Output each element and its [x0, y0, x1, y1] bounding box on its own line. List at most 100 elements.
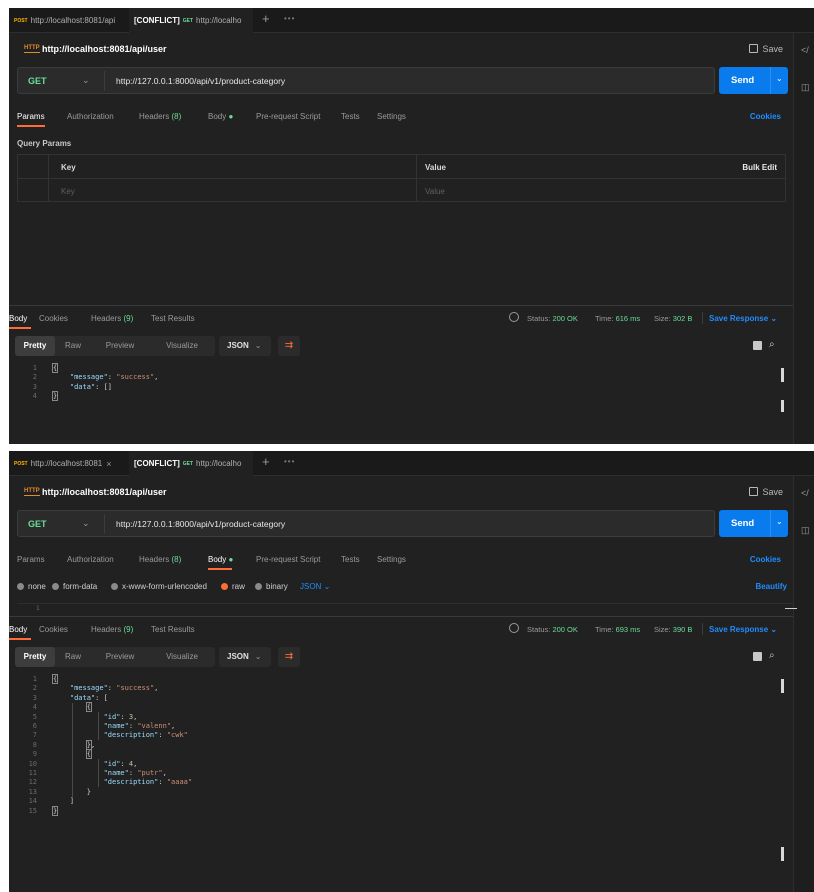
line-number: 3	[32, 693, 37, 702]
tab-pre-request-script[interactable]: Pre-request Script	[256, 112, 320, 121]
tab-post-request[interactable]: POST http://localhost:8081/api	[9, 8, 128, 33]
body-mode-none[interactable]: none	[17, 582, 46, 591]
new-tab-plus-icon[interactable]: +	[262, 454, 270, 469]
cookies-link[interactable]: Cookies	[750, 555, 781, 564]
view-visualize[interactable]: Visualize	[151, 336, 213, 356]
copy-icon[interactable]	[753, 341, 762, 350]
tab-params[interactable]: Params	[17, 555, 45, 564]
request-title[interactable]: http://localhost:8081/api/user	[42, 44, 167, 54]
beautify-link[interactable]: Beautify	[755, 582, 787, 591]
chevron-down-icon[interactable]: ⌄	[776, 74, 783, 83]
key-input[interactable]: Key	[61, 187, 75, 196]
tab-conflict-request[interactable]: [CONFLICT] GET http://localho	[129, 451, 253, 476]
scrollbar-thumb[interactable]	[781, 847, 784, 861]
view-preview[interactable]: Preview	[91, 647, 149, 667]
bulk-edit-link[interactable]: Bulk Edit	[742, 163, 777, 172]
tab-settings[interactable]: Settings	[377, 112, 406, 121]
code-icon[interactable]: </	[801, 488, 809, 498]
chevron-down-icon[interactable]: ⌄	[82, 75, 90, 86]
search-icon[interactable]: ⌕	[769, 650, 775, 661]
globe-icon[interactable]	[509, 623, 519, 633]
chevron-down-icon[interactable]: ⌄	[82, 518, 90, 529]
wrap-lines-icon[interactable]: ⇉	[278, 647, 300, 667]
indent-guide	[72, 703, 73, 798]
body-mode-raw[interactable]: raw	[221, 582, 245, 591]
code-icon[interactable]: </	[801, 45, 809, 55]
view-visualize[interactable]: Visualize	[151, 647, 213, 667]
globe-icon[interactable]	[509, 312, 519, 322]
status-readout[interactable]: Status: 200 OK	[527, 625, 578, 634]
more-tabs-icon[interactable]: •••	[284, 457, 295, 466]
scrollbar-thumb[interactable]	[781, 400, 784, 412]
wrap-lines-icon[interactable]: ⇉	[278, 336, 300, 356]
value-input[interactable]: Value	[425, 187, 445, 196]
url-input[interactable]: http://127.0.0.1:8000/api/v1/product-cat…	[116, 76, 285, 86]
tab-body[interactable]: Body ●	[208, 555, 233, 564]
view-preview[interactable]: Preview	[91, 336, 149, 356]
body-mode-binary[interactable]: binary	[255, 582, 288, 591]
scrollbar-thumb[interactable]	[781, 679, 784, 693]
save-button[interactable]: Save	[749, 487, 783, 497]
save-response-button[interactable]: Save Response ⌄	[709, 314, 777, 323]
tab-params[interactable]: Params	[17, 112, 45, 121]
format-select[interactable]: JSON ⌄	[219, 647, 271, 667]
tab-settings[interactable]: Settings	[377, 555, 406, 564]
info-icon[interactable]: ◫	[801, 82, 810, 93]
scrollbar-thumb[interactable]	[785, 608, 797, 609]
request-title[interactable]: http://localhost:8081/api/user	[42, 487, 167, 497]
view-raw[interactable]: Raw	[57, 336, 89, 356]
tab-tests[interactable]: Tests	[341, 112, 360, 121]
json-key: "message"	[69, 373, 108, 382]
body-mode-urlencoded[interactable]: x-www-form-urlencoded	[111, 582, 207, 591]
size-readout[interactable]: Size: 390 B	[654, 625, 692, 634]
send-button[interactable]: Send ⌄	[719, 510, 788, 537]
tab-body[interactable]: Body ●	[208, 112, 233, 121]
tab-conflict-request[interactable]: [CONFLICT] GET http://localho	[129, 8, 253, 33]
close-icon[interactable]: ×	[106, 459, 111, 469]
method-select[interactable]: GET	[28, 519, 47, 529]
url-input[interactable]: http://127.0.0.1:8000/api/v1/product-cat…	[116, 519, 285, 529]
time-readout[interactable]: Time: 616 ms	[595, 314, 640, 323]
save-response-button[interactable]: Save Response ⌄	[709, 625, 777, 634]
chevron-down-icon[interactable]: ⌄	[776, 517, 783, 526]
response-tab-cookies[interactable]: Cookies	[39, 625, 68, 634]
response-tab-headers[interactable]: Headers (9)	[91, 625, 133, 634]
new-tab-plus-icon[interactable]: +	[262, 11, 270, 26]
scrollbar-thumb[interactable]	[781, 368, 784, 382]
right-sidebar: </ ◫	[793, 476, 814, 892]
line-number: 4	[32, 392, 37, 401]
response-tab-headers[interactable]: Headers (9)	[91, 314, 133, 323]
copy-icon[interactable]	[753, 652, 762, 661]
response-tab-cookies[interactable]: Cookies	[39, 314, 68, 323]
format-select[interactable]: JSON ⌄	[219, 336, 271, 356]
search-icon[interactable]: ⌕	[769, 339, 775, 350]
view-pretty[interactable]: Pretty	[15, 647, 55, 667]
tab-post-request[interactable]: POST http://localhost:8081 ×	[9, 451, 128, 476]
tab-headers[interactable]: Headers (8)	[139, 555, 181, 564]
body-language-select[interactable]: JSON ⌄	[300, 582, 330, 591]
tab-headers[interactable]: Headers (8)	[139, 112, 181, 121]
size-readout[interactable]: Size: 302 B	[654, 314, 692, 323]
tab-authorization[interactable]: Authorization	[67, 555, 114, 564]
time-readout[interactable]: Time: 693 ms	[595, 625, 640, 634]
method-select[interactable]: GET	[28, 76, 47, 86]
view-pretty[interactable]: Pretty	[15, 336, 55, 356]
request-body-editor[interactable]: 1	[17, 603, 797, 613]
tab-tests[interactable]: Tests	[341, 555, 360, 564]
response-tab-test-results[interactable]: Test Results	[151, 625, 195, 634]
response-tabs: Body Cookies Headers (9) Test Results St…	[9, 306, 793, 330]
response-tab-body[interactable]: Body	[9, 625, 27, 634]
cookies-link[interactable]: Cookies	[750, 112, 781, 121]
body-mode-form-data[interactable]: form-data	[52, 582, 97, 591]
save-button[interactable]: Save	[749, 44, 783, 54]
tab-authorization[interactable]: Authorization	[67, 112, 114, 121]
info-icon[interactable]: ◫	[801, 525, 810, 536]
line-number: 10	[28, 759, 37, 768]
response-tab-body[interactable]: Body	[9, 314, 27, 323]
more-tabs-icon[interactable]: •••	[284, 14, 295, 23]
tab-pre-request-script[interactable]: Pre-request Script	[256, 555, 320, 564]
response-tab-test-results[interactable]: Test Results	[151, 314, 195, 323]
send-button[interactable]: Send ⌄	[719, 67, 788, 94]
view-raw[interactable]: Raw	[57, 647, 89, 667]
status-readout[interactable]: Status: 200 OK	[527, 314, 578, 323]
